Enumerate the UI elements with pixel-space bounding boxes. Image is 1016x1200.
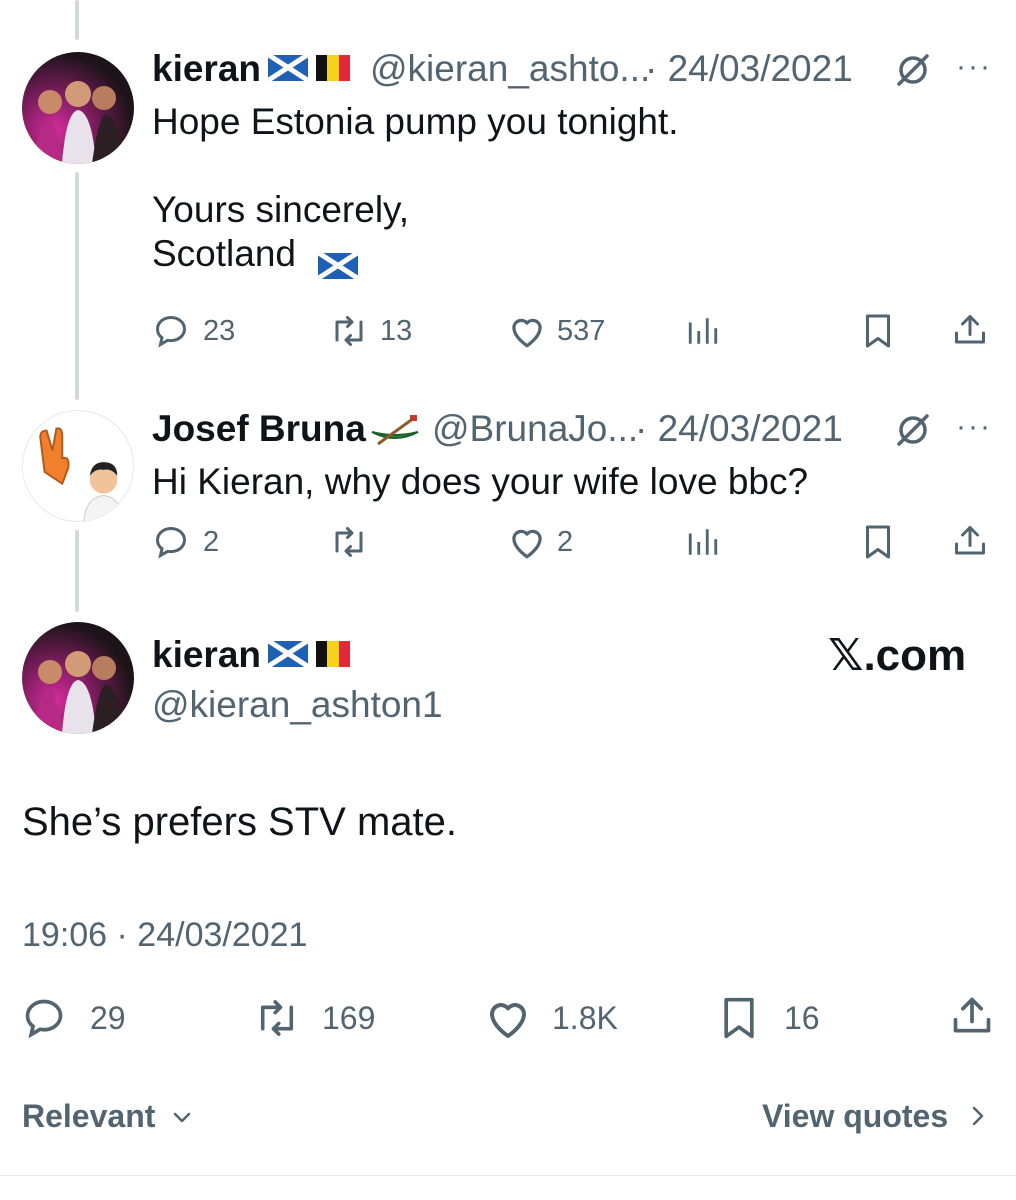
sort-relevant-button[interactable]: Relevant <box>22 1098 155 1135</box>
reply-icon[interactable] <box>153 313 189 349</box>
name-flags <box>268 641 350 667</box>
thread-line <box>75 0 79 40</box>
share-icon[interactable] <box>952 523 988 559</box>
chevron-right-icon[interactable] <box>966 1104 990 1128</box>
more-options-icon[interactable]: ··· <box>956 410 992 444</box>
like-icon[interactable] <box>507 524 547 560</box>
thread-line <box>75 530 79 612</box>
repost-icon[interactable] <box>328 313 370 349</box>
reply-icon[interactable] <box>153 524 189 560</box>
reply-count: 2 <box>203 526 220 558</box>
repost-icon[interactable] <box>252 996 302 1040</box>
divider <box>0 1175 1016 1176</box>
tweet-text: She’s prefers STV mate. <box>22 800 457 844</box>
views-icon[interactable] <box>686 525 720 559</box>
avatar-photo <box>32 81 126 164</box>
author-name[interactable]: kieran <box>152 48 261 90</box>
grok-icon[interactable] <box>893 410 933 450</box>
repost-count: 169 <box>322 1000 376 1036</box>
author-handle[interactable]: @kieran_ashton1 <box>152 684 443 726</box>
bookmark-icon[interactable] <box>862 313 894 349</box>
grok-icon[interactable] <box>893 50 933 90</box>
author-name[interactable]: kieran <box>152 634 261 676</box>
reply-count: 29 <box>90 1000 126 1036</box>
bookmark-count: 16 <box>784 1000 820 1036</box>
chevron-down-icon[interactable] <box>170 1106 194 1130</box>
tweet-text: Hi Kieran, why does your wife love bbc? <box>152 461 809 502</box>
canoe-icon <box>371 415 419 446</box>
author-name[interactable]: Josef Bruna <box>152 408 366 450</box>
avatar[interactable] <box>22 410 134 522</box>
tweet-text: Hope Estonia pump you tonight. Yours sin… <box>152 101 679 274</box>
views-icon[interactable] <box>686 314 720 348</box>
like-count: 2 <box>557 526 574 558</box>
bookmark-icon[interactable] <box>862 524 894 560</box>
reply-count: 23 <box>203 315 236 347</box>
like-count: 1.8K <box>552 1000 618 1036</box>
reply-icon[interactable] <box>22 996 66 1040</box>
bookmark-icon[interactable] <box>720 996 758 1040</box>
thread-line <box>75 172 79 400</box>
avatar-cartoon <box>39 427 124 521</box>
scotland-flag-icon <box>268 641 308 667</box>
like-icon[interactable] <box>484 996 532 1040</box>
like-icon[interactable] <box>507 313 547 349</box>
repost-count: 13 <box>380 315 413 347</box>
belgium-flag-icon <box>316 55 350 81</box>
share-icon[interactable] <box>952 312 988 348</box>
avatar[interactable] <box>22 52 134 164</box>
name-flags <box>268 55 350 81</box>
like-count: 537 <box>557 315 606 347</box>
scotland-flag-icon <box>268 55 308 81</box>
avatar-photo <box>32 651 126 734</box>
tweet-timestamp[interactable]: 19:06 · 24/03/2021 <box>22 916 307 955</box>
share-icon[interactable] <box>950 994 994 1038</box>
scotland-flag-icon <box>318 253 358 279</box>
avatar[interactable] <box>22 622 134 734</box>
tweet-date[interactable]: · 24/03/2021 <box>645 48 853 90</box>
more-options-icon[interactable]: ··· <box>956 50 992 84</box>
belgium-flag-icon <box>316 641 350 667</box>
sort-label: Relevant <box>22 1098 156 1134</box>
author-handle[interactable]: @kieran_ashto... <box>370 48 650 90</box>
view-quotes-link[interactable]: View quotes <box>762 1098 948 1135</box>
tweet-date[interactable]: · 24/03/2021 <box>635 408 843 450</box>
repost-icon[interactable] <box>328 524 370 560</box>
view-quotes-label: View quotes <box>762 1098 949 1134</box>
author-handle[interactable]: @BrunaJo... <box>432 408 638 450</box>
x-com-watermark: 𝕏.com <box>828 631 967 680</box>
